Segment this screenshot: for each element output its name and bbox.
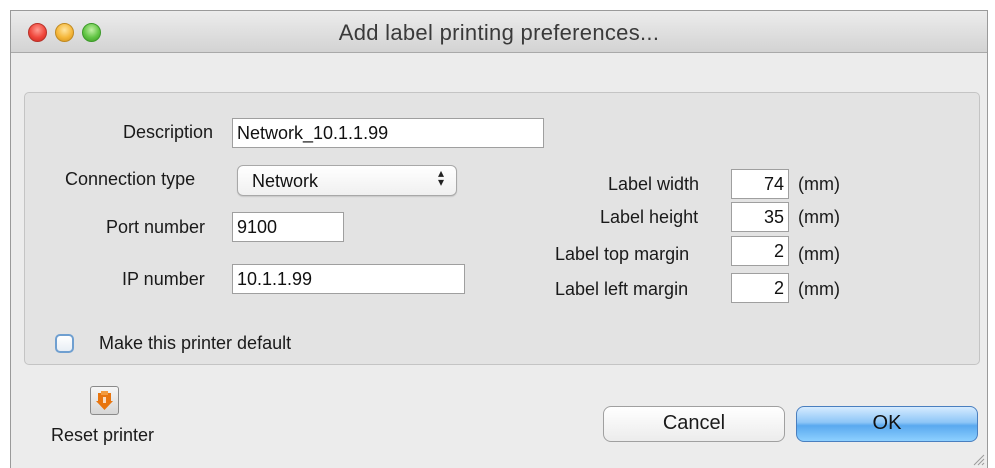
label-left-margin-label: Label left margin [555, 279, 689, 299]
reset-printer-label[interactable]: Reset printer [51, 425, 154, 446]
reset-printer-icon[interactable] [90, 386, 119, 415]
label-left-margin-field[interactable] [731, 273, 789, 303]
cancel-button[interactable]: Cancel [603, 406, 785, 442]
title-bar[interactable]: Add label printing preferences... [11, 11, 987, 53]
make-default-checkbox[interactable] [55, 334, 74, 353]
dialog-window: Add label printing preferences... Descri… [10, 10, 988, 468]
make-default-label[interactable]: Make this printer default [99, 333, 291, 354]
label-height-unit: (mm) [798, 207, 840, 227]
label-width-label: Label width [608, 174, 700, 194]
resize-grip-icon[interactable] [971, 452, 985, 466]
label-top-margin-field[interactable] [731, 236, 789, 266]
connection-type-select[interactable]: Network ▴ ▾ [237, 165, 457, 196]
label-top-margin-unit: (mm) [798, 244, 840, 264]
port-number-label: Port number [106, 217, 206, 237]
label-height-label: Label height [600, 207, 699, 227]
label-left-margin-unit: (mm) [798, 279, 840, 299]
description-label: Description [123, 122, 214, 142]
label-width-field[interactable] [731, 169, 789, 199]
description-field[interactable] [232, 118, 544, 148]
connection-type-label: Connection type [65, 169, 196, 189]
ip-number-label: IP number [122, 269, 205, 289]
ok-button[interactable]: OK [796, 406, 978, 442]
label-height-field[interactable] [731, 202, 789, 232]
ip-number-field[interactable] [232, 264, 465, 294]
window-title: Add label printing preferences... [338, 20, 660, 45]
label-width-unit: (mm) [798, 174, 840, 194]
port-number-field[interactable] [232, 212, 344, 242]
label-top-margin-label: Label top margin [555, 244, 690, 264]
connection-type-value: Network [252, 171, 319, 191]
stepper-arrows-icon: ▴ ▾ [437, 166, 444, 189]
